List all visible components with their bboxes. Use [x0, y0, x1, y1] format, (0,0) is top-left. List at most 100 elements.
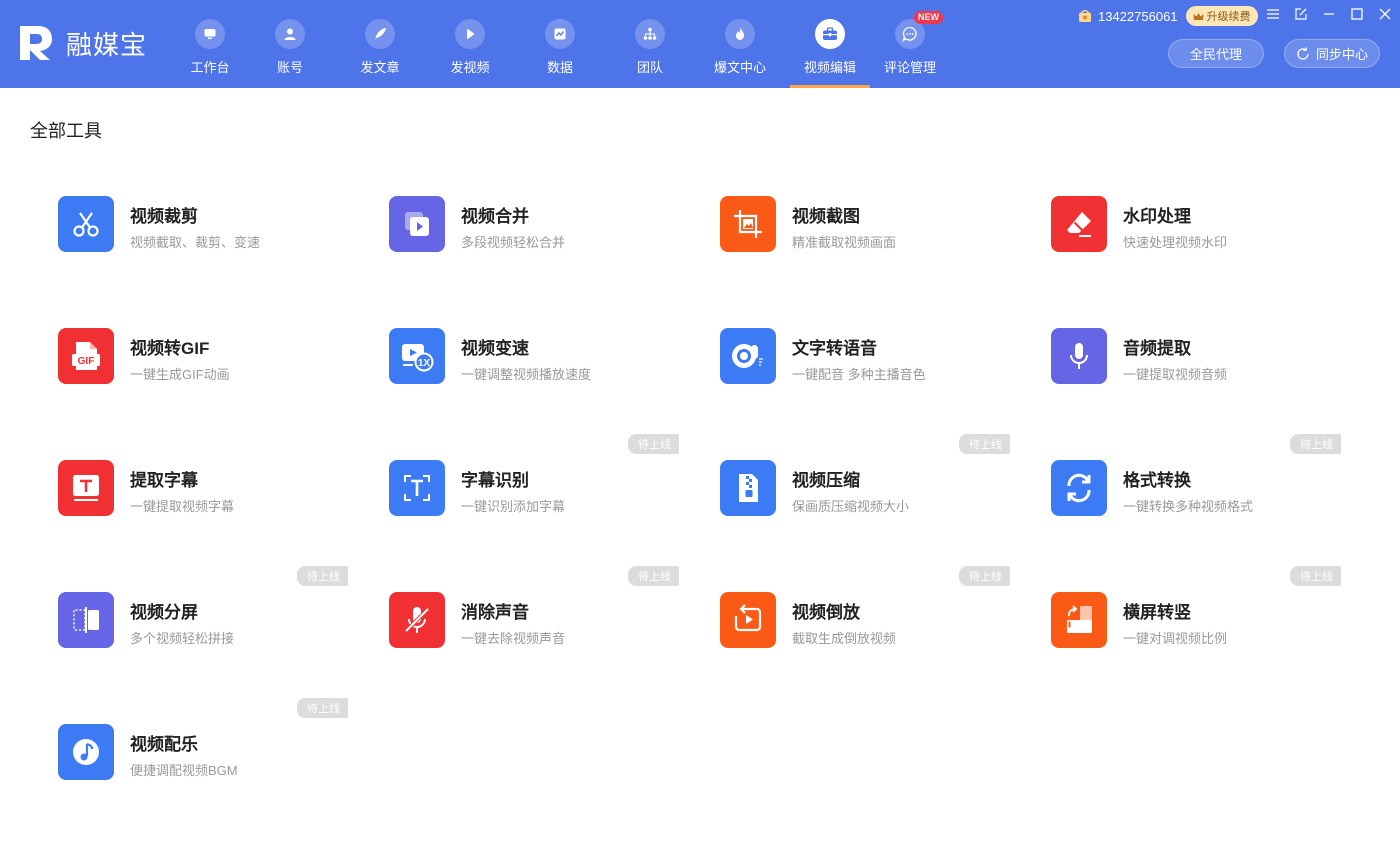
top-navigation-bar: 融媒宝 工作台 账号 发文章 发视频 数据 团队 爆文中心 视频编辑 评论管理 NEW 13422… [0, 0, 1400, 88]
coming-soon-badge: 待上线 [1290, 566, 1341, 586]
music-note-icon [58, 724, 114, 780]
nav-item-4[interactable]: 数据 [520, 0, 600, 88]
tool-name: 格式转换 [1123, 471, 1191, 490]
nav-label: 工作台 [190, 60, 230, 75]
maximize-icon[interactable] [1349, 6, 1365, 22]
nav-item-7[interactable]: 视频编辑 [790, 0, 870, 88]
user-icon [275, 19, 305, 49]
tool-card[interactable]: 视频倒放 截取生成倒放视频 待上线 [720, 566, 1010, 668]
mute-mic-icon [389, 592, 445, 648]
tool-card[interactable]: 字幕识别 一键识别添加字幕 待上线 [389, 434, 679, 536]
tool-name: 视频合并 [461, 207, 529, 226]
edit-icon[interactable] [1293, 6, 1309, 22]
tool-card[interactable]: 视频压缩 保画质压缩视频大小 待上线 [720, 434, 1010, 536]
account-info[interactable]: 13422756061 升级续费 [1078, 6, 1258, 26]
tool-description: 保画质压缩视频大小 [792, 499, 910, 514]
tool-description: 多段视频轻松合并 [461, 235, 566, 250]
nav-label: 团队 [636, 60, 663, 75]
tool-description: 一键提取视频音频 [1123, 367, 1228, 382]
vip-crown-icon [1078, 9, 1092, 23]
scissors-icon [58, 196, 114, 252]
flame-icon [725, 19, 755, 49]
tool-name: 视频配乐 [130, 735, 198, 754]
tool-name: 字幕识别 [461, 471, 529, 490]
tool-description: 便捷调配视频BGM [130, 763, 238, 778]
speed-icon: 1X [389, 328, 445, 384]
coming-soon-badge: 待上线 [1290, 434, 1341, 454]
tool-card[interactable]: 水印处理 快速处理视频水印 [1051, 192, 1341, 272]
gif-file-icon: GIF [58, 328, 114, 384]
merge-video-icon [389, 196, 445, 252]
nav-item-8[interactable]: 评论管理 NEW [870, 0, 950, 88]
microphone-icon [1051, 328, 1107, 384]
coming-soon-badge: 待上线 [959, 434, 1010, 454]
tool-card[interactable]: 视频裁剪 视频截取、裁剪、变速 [58, 192, 348, 272]
monitor-icon [195, 19, 225, 49]
subtitle-icon [58, 460, 114, 516]
tool-description: 一键去除视频声音 [461, 631, 566, 646]
nav-item-0[interactable]: 工作台 [170, 0, 250, 88]
tool-description: 一键对调视频比例 [1123, 631, 1228, 646]
tool-name: 视频裁剪 [130, 207, 198, 226]
account-phone: 13422756061 [1098, 8, 1178, 24]
coming-soon-badge: 待上线 [297, 698, 348, 718]
tool-card[interactable]: 横屏转竖 一键对调视频比例 待上线 [1051, 566, 1341, 668]
text-scan-icon [389, 460, 445, 516]
svg-text:GIF: GIF [78, 356, 95, 367]
close-icon[interactable] [1377, 6, 1393, 22]
nav-label: 数据 [546, 60, 573, 75]
tool-card[interactable]: 文字转语音一键配音 多种主播音色 [720, 324, 1010, 404]
nav-item-5[interactable]: 团队 [610, 0, 690, 88]
logo-mark-icon [18, 24, 56, 62]
tool-name: 视频转GIF [130, 339, 210, 358]
tool-description: 一键转换多种视频格式 [1123, 499, 1254, 514]
tool-description: 一键配音 多种主播音色 [792, 367, 926, 382]
tool-card[interactable]: 音频提取 一键提取视频音频 [1051, 324, 1341, 404]
tool-name: 文字转语音 [792, 339, 877, 358]
tool-name: 视频分屏 [130, 603, 198, 622]
reverse-play-icon [720, 592, 776, 648]
refresh-icon [1051, 460, 1107, 516]
tool-card[interactable]: 视频分屏 多个视频轻松拼接 待上线 [58, 566, 348, 668]
nav-item-1[interactable]: 账号 [250, 0, 330, 88]
sync-center-button[interactable]: 同步中心 [1284, 39, 1380, 68]
tool-card[interactable]: 提取字幕 一键提取视频字幕 [58, 456, 348, 536]
tool-card[interactable]: 视频截图 精准截取视频画面 [720, 192, 1010, 272]
tool-card[interactable]: 格式转换一键转换多种视频格式 待上线 [1051, 434, 1341, 536]
menu-icon[interactable] [1265, 6, 1281, 22]
split-screen-icon [58, 592, 114, 648]
agent-button[interactable]: 全民代理 [1168, 39, 1264, 68]
zip-file-icon [720, 460, 776, 516]
tool-name: 水印处理 [1123, 207, 1191, 226]
coming-soon-badge: 待上线 [297, 566, 348, 586]
nav-item-6[interactable]: 爆文中心 [700, 0, 780, 88]
tool-name: 提取字幕 [130, 471, 198, 490]
svg-text:1X: 1X [418, 358, 431, 369]
tool-card[interactable]: 视频合并多段视频轻松合并 [389, 192, 679, 272]
eraser-icon [1051, 196, 1107, 252]
tool-card[interactable]: 消除声音 一键去除视频声音 待上线 [389, 566, 679, 668]
nav-item-2[interactable]: 发文章 [340, 0, 420, 88]
nav-label: 账号 [276, 60, 303, 75]
tool-card[interactable]: 1X 视频变速 一键调整视频播放速度 [389, 324, 679, 404]
tool-card[interactable]: GIF 视频转GIF 一键生成GIF动画 [58, 324, 348, 404]
team-icon [635, 19, 665, 49]
tool-name: 视频截图 [792, 207, 860, 226]
nav-item-3[interactable]: 发视频 [430, 0, 510, 88]
nav-label: 视频编辑 [803, 60, 856, 75]
rotate-screen-icon [1051, 592, 1107, 648]
nav-label: 发文章 [360, 60, 400, 75]
app-logo[interactable]: 融媒宝 [18, 24, 147, 62]
minimize-icon[interactable] [1321, 6, 1337, 22]
upgrade-button[interactable]: 升级续费 [1185, 6, 1258, 26]
tool-description: 一键识别添加字幕 [461, 499, 566, 514]
feather-icon [365, 19, 395, 49]
nav-label: 评论管理 [883, 60, 936, 75]
crop-image-icon [720, 196, 776, 252]
new-badge: NEW [914, 11, 943, 24]
tool-name: 视频变速 [461, 339, 529, 358]
crown-icon [1193, 12, 1204, 21]
nav-label: 发视频 [450, 60, 490, 75]
tool-name: 消除声音 [461, 603, 529, 622]
tool-card[interactable]: 视频配乐便捷调配视频BGM 待上线 [58, 698, 348, 800]
